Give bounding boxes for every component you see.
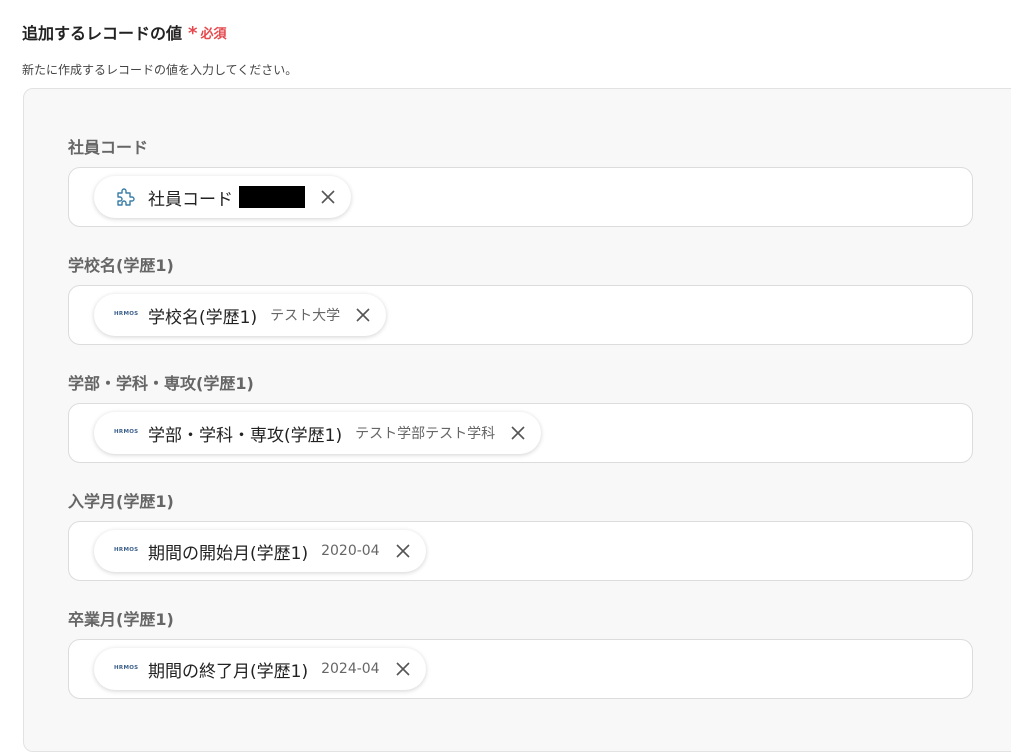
hrmos-logo-icon: HRMOS [114,429,139,436]
field-input-faculty[interactable]: HRMOS 学部・学科・専攻(学歴1) テスト学部テスト学科 [68,403,973,463]
close-icon[interactable] [350,302,376,328]
close-icon[interactable] [390,656,416,682]
chip-label: 学校名(学歴1) [148,307,258,328]
field-label-faculty: 学部・学科・専攻(学歴1) [68,374,254,393]
hrmos-logo-icon: HRMOS [114,547,139,554]
variable-chip-end-month[interactable]: HRMOS 期間の終了月(学歴1) 2024-04 [94,648,426,690]
close-icon[interactable] [390,538,416,564]
chip-label: 学部・学科・専攻(学歴1) [148,425,343,446]
field-input-admission-month[interactable]: HRMOS 期間の開始月(学歴1) 2020-04 [68,521,973,581]
section-title: 追加するレコードの値 * 必須 [22,20,226,44]
chip-value: 2024-04 [321,661,380,677]
hrmos-logo-icon: HRMOS [114,665,139,672]
puzzle-icon [114,185,140,209]
field-label-graduation-month: 卒業月(学歴1) [68,610,174,629]
close-icon[interactable] [505,420,531,446]
variable-chip-school-name[interactable]: HRMOS 学校名(学歴1) テスト大学 [94,294,387,336]
record-values-panel: 社員コード 社員コード 学校名(学歴1) HRMOS 学校名(学歴1) テスト大… [23,88,1011,752]
required-label: 必須 [200,26,227,42]
field-input-school-name[interactable]: HRMOS 学校名(学歴1) テスト大学 [68,285,973,345]
chip-label: 期間の終了月(学歴1) [148,661,309,682]
close-icon[interactable] [315,184,341,210]
chip-value: テスト大学 [270,308,341,324]
chip-value: テスト学部テスト学科 [355,426,496,442]
section-title-text: 追加するレコードの値 [22,24,183,43]
hrmos-logo-icon: HRMOS [114,311,139,318]
variable-chip-start-month[interactable]: HRMOS 期間の開始月(学歴1) 2020-04 [94,530,426,572]
redacted-value [239,186,305,208]
field-label-employee-code: 社員コード [68,138,149,157]
field-label-school-name: 学校名(学歴1) [68,256,174,275]
variable-chip-faculty[interactable]: HRMOS 学部・学科・専攻(学歴1) テスト学部テスト学科 [94,412,542,454]
field-label-admission-month: 入学月(学歴1) [68,492,174,511]
chip-label: 期間の開始月(学歴1) [148,543,309,564]
section-description: 新たに作成するレコードの値を入力してください。 [22,63,298,77]
field-input-graduation-month[interactable]: HRMOS 期間の終了月(学歴1) 2024-04 [68,639,973,699]
required-mark: * [188,22,198,44]
variable-chip-employee-code[interactable]: 社員コード [94,176,351,218]
field-input-employee-code[interactable]: 社員コード [68,167,973,227]
chip-label: 社員コード [148,189,233,210]
chip-value: 2020-04 [321,543,380,559]
